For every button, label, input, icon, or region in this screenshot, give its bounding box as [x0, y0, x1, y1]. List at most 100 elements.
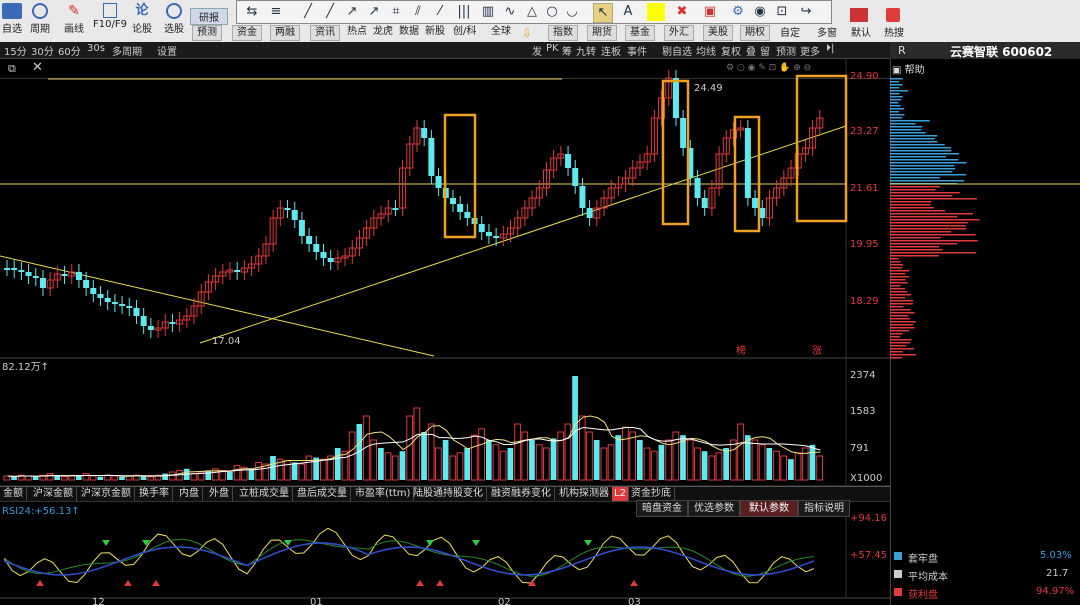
btn-more[interactable]: 更多 — [800, 43, 820, 58]
settings-gear-icon[interactable]: ⚙ — [729, 3, 747, 21]
subtab-indicator-help[interactable]: 指标说明 — [798, 500, 850, 517]
tab-forecast[interactable]: 预测 — [192, 25, 222, 41]
btn-predict[interactable]: 预测 — [776, 43, 796, 58]
btn-nine-turn[interactable]: 九转 — [576, 43, 596, 58]
save-drawing-icon[interactable]: ▣ — [701, 3, 719, 21]
fib-icon[interactable]: ⁄ — [431, 3, 449, 21]
pointer-icon[interactable]: ↖ — [593, 3, 613, 23]
tab-after-hours-volume[interactable]: 盘后成交量 — [294, 487, 351, 501]
tab-options[interactable]: 期权 — [740, 25, 770, 41]
tab-data[interactable]: 数据 — [395, 25, 423, 39]
subtab-optimal-params[interactable]: 优选参数 — [688, 500, 740, 517]
chart-settings-icon[interactable]: ⚙ ○ ◉ ✎ ⊡ ✋ ⊕ ⊖ — [726, 61, 811, 73]
delete-icon[interactable]: ✖ — [673, 3, 691, 21]
btn-chips[interactable]: 筹 — [562, 43, 572, 58]
ray-line-icon[interactable]: ╱ — [321, 3, 339, 21]
toolbar-multiwindow[interactable]: 多窗 — [809, 24, 845, 39]
lock-icon[interactable]: ⊡ — [773, 3, 791, 21]
btn-limit-board[interactable]: 连板 — [601, 43, 621, 58]
toolbar-draw[interactable]: ✎ 画线 — [56, 3, 92, 35]
period-30s[interactable]: 30s — [87, 43, 105, 54]
circle-icon[interactable]: ○ — [543, 3, 561, 21]
btn-remove-watchlist[interactable]: 剔自选 — [662, 43, 692, 58]
toolbar-period[interactable]: 周期 — [22, 3, 58, 35]
chip-bar — [890, 222, 968, 224]
tab-news[interactable]: 资讯 — [310, 25, 340, 41]
btn-fa[interactable]: 发 — [532, 43, 542, 58]
period-60m[interactable]: 60分 — [58, 43, 81, 58]
tab-dragon[interactable]: 龙虎 — [369, 25, 397, 39]
tab-hsj-amount[interactable]: 沪深京金额 — [78, 487, 135, 501]
expand-icon[interactable]: ⏵| — [826, 43, 834, 54]
btn-ma[interactable]: 均线 — [696, 43, 716, 58]
home-icon[interactable] — [850, 8, 868, 22]
arrow-down-icon[interactable]: ⇩ — [522, 26, 532, 40]
triangle-icon[interactable]: △ — [523, 3, 541, 21]
arrow-up-right-icon[interactable]: ↗ — [365, 3, 383, 21]
text-tool-icon[interactable]: A — [619, 3, 637, 21]
line-segment-icon[interactable]: ╱ — [299, 3, 317, 21]
eye-icon[interactable]: ◉ — [751, 3, 769, 21]
chip-bar — [890, 144, 945, 146]
bars-icon[interactable]: ||| — [455, 3, 473, 21]
btn-events[interactable]: 事件 — [627, 43, 647, 58]
tab-growth[interactable]: 创/科 — [449, 25, 480, 39]
tab-global[interactable]: 全球 — [487, 25, 515, 39]
volume-bar — [536, 445, 542, 480]
toolbar-hot-search[interactable]: 热搜 — [876, 24, 912, 39]
parallel-icon[interactable]: ⫽ — [409, 3, 427, 21]
tab-inner[interactable]: 内盘 — [176, 487, 203, 501]
tab-amount[interactable]: 金额 — [0, 487, 27, 501]
tab-turnover[interactable]: 换手率 — [136, 487, 173, 501]
tab-pile-volume[interactable]: 立桩成交量 — [236, 487, 293, 501]
btn-adjust[interactable]: 复权 — [721, 43, 741, 58]
tab-hot[interactable]: 热点 — [343, 25, 371, 39]
chip-bar — [890, 150, 951, 152]
gann-icon[interactable]: ▥ — [479, 3, 497, 21]
period-multi[interactable]: 多周期 — [112, 43, 142, 58]
horizontal-line-tool-icon[interactable]: ⇆ — [243, 3, 261, 21]
period-30m[interactable]: 30分 — [31, 43, 54, 58]
channel-tool-icon[interactable]: ≡ — [267, 3, 285, 21]
x-axis-label-dec: 12 — [92, 597, 105, 605]
btn-pk[interactable]: PK — [546, 43, 559, 54]
toolbar-custom[interactable]: 自定 — [772, 24, 808, 39]
tab-bottom-fishing[interactable]: 资金抄底 — [628, 487, 675, 501]
tab-us-stocks[interactable]: 美股 — [703, 25, 733, 41]
tab-forex[interactable]: 外汇 — [664, 25, 694, 41]
candle-body-down — [328, 258, 334, 262]
tab-fund[interactable]: 基金 — [625, 25, 655, 41]
tab-index[interactable]: 指数 — [548, 25, 578, 41]
toolbar-default[interactable]: 默认 — [843, 24, 879, 39]
crop-rect-icon[interactable]: ⌗ — [387, 3, 405, 21]
toolbar-forum[interactable]: 论 论股 — [124, 3, 160, 35]
hot-search-icon[interactable] — [886, 8, 900, 22]
period-settings[interactable]: 设置 — [157, 43, 177, 58]
toolbar-research[interactable]: 研报 — [190, 8, 228, 25]
avg-cost-swatch — [894, 570, 902, 578]
subtab-dark-funds[interactable]: 暗盘资金 — [636, 500, 688, 517]
tab-futures[interactable]: 期货 — [587, 25, 617, 41]
subtab-default-params[interactable]: 默认参数 — [740, 500, 798, 517]
tab-pe-ttm[interactable]: 市盈率(ttm) — [352, 487, 414, 501]
tab-funds[interactable]: 资金 — [232, 25, 262, 41]
btn-overlay[interactable]: 叠 — [746, 43, 756, 58]
wave-icon[interactable]: ∿ — [501, 3, 519, 21]
btn-keep[interactable]: 留 — [760, 43, 770, 58]
toolbar-f10[interactable]: F10/F9 — [92, 3, 128, 30]
arc-icon[interactable]: ◡ — [563, 3, 581, 21]
period-15m[interactable]: 15分 — [4, 43, 27, 58]
tab-institution-detector[interactable]: 机构探测器 — [556, 487, 613, 501]
candle-body-down — [306, 236, 312, 244]
tab-margin[interactable]: 两融 — [270, 25, 300, 41]
share-icon[interactable]: ↪ — [797, 3, 815, 21]
tag-limit-up: 涨 — [812, 345, 822, 357]
tab-ipo[interactable]: 新股 — [421, 25, 449, 39]
toolbar-screener[interactable]: 选股 — [156, 3, 192, 35]
color-picker-icon[interactable] — [647, 3, 665, 21]
tab-outer[interactable]: 外盘 — [206, 487, 233, 501]
tab-northbound-change[interactable]: 陆股通持股变化 — [410, 487, 487, 501]
tab-margin-change[interactable]: 融资融券变化 — [488, 487, 555, 501]
arrow-line-icon[interactable]: ↗ — [343, 3, 361, 21]
tab-hs-amount[interactable]: 沪深金额 — [30, 487, 77, 501]
